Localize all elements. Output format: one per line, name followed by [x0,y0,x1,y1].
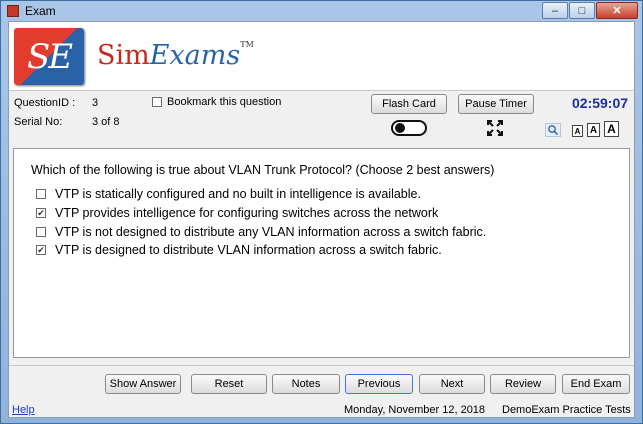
answer-option[interactable]: VTP is statically configured and no buil… [36,187,421,201]
review-button[interactable]: Review [490,374,556,394]
toggle-knob [395,123,405,133]
app-icon [7,5,19,17]
bookmark-checkbox[interactable] [152,97,162,107]
option-label: VTP is designed to distribute VLAN infor… [55,243,442,257]
question-panel: Which of the following is true about VLA… [13,148,630,358]
option-label: VTP is statically configured and no buil… [55,187,421,201]
current-date: Monday, November 12, 2018 [344,404,486,416]
question-text: Which of the following is true about VLA… [31,163,495,177]
serial-label: Serial No: [14,116,63,128]
logo-letters: SE [26,36,73,77]
pause-timer-button[interactable]: Pause Timer [458,94,534,114]
serial-value: 3 of 8 [92,116,120,128]
nav-button-bar: Show Answer Reset Notes Previous Next Re… [9,365,634,398]
question-id-label: QuestionID : [14,97,76,109]
close-button[interactable]: ✕ [596,2,638,19]
option-checkbox[interactable] [36,227,46,237]
status-bar: Help Monday, November 12, 2018 DemoExam … [9,402,634,418]
answer-option[interactable]: VTP is designed to distribute VLAN infor… [36,243,442,257]
window-controls: – □ ✕ [541,2,638,19]
help-link[interactable]: Help [12,404,35,416]
window-title: Exam [25,4,56,18]
question-info-bar: QuestionID : 3 Serial No: 3 of 8 Bookmar… [9,91,634,145]
simexams-logo: SE [14,28,84,85]
brand-name: SimExamsTM [97,40,254,71]
toggle-switch[interactable] [391,120,427,136]
brand-exams: Exams [149,40,241,71]
brand-header: SE SimExamsTM [9,22,634,91]
bookmark-label: Bookmark this question [167,96,282,108]
end-exam-button[interactable]: End Exam [562,374,630,394]
previous-button[interactable]: Previous [345,374,413,394]
answer-option[interactable]: VTP provides intelligence for configurin… [36,206,438,220]
title-bar[interactable]: Exam – □ ✕ [1,1,642,21]
question-id-value: 3 [92,97,99,109]
reset-button[interactable]: Reset [191,374,267,394]
option-checkbox[interactable] [36,208,46,218]
client-area: SE SimExamsTM QuestionID : 3 Serial No: … [8,21,635,418]
font-small-button[interactable]: A [572,125,583,137]
minimize-button[interactable]: – [542,2,568,19]
option-checkbox[interactable] [36,189,46,199]
exam-window: Exam – □ ✕ SE SimExamsTM QuestionID : 3 … [0,0,643,424]
fullscreen-icon[interactable] [487,120,503,136]
option-label: VTP provides intelligence for configurin… [55,206,439,220]
option-label: VTP is not designed to distribute any VL… [55,225,487,239]
next-button[interactable]: Next [419,374,485,394]
maximize-button[interactable]: □ [569,2,595,19]
brand-sim: Sim [97,40,150,71]
font-large-button[interactable]: A [604,121,619,137]
option-checkbox[interactable] [36,245,46,255]
answer-option[interactable]: VTP is not designed to distribute any VL… [36,225,486,239]
exam-timer: 02:59:07 [572,95,629,111]
brand-tm: TM [240,40,254,49]
flash-card-button[interactable]: Flash Card [371,94,447,114]
product-name: DemoExam Practice Tests [502,404,631,416]
zoom-icon[interactable] [545,123,561,137]
font-medium-button[interactable]: A [587,123,600,137]
show-answer-button[interactable]: Show Answer [105,374,181,394]
notes-button[interactable]: Notes [272,374,340,394]
